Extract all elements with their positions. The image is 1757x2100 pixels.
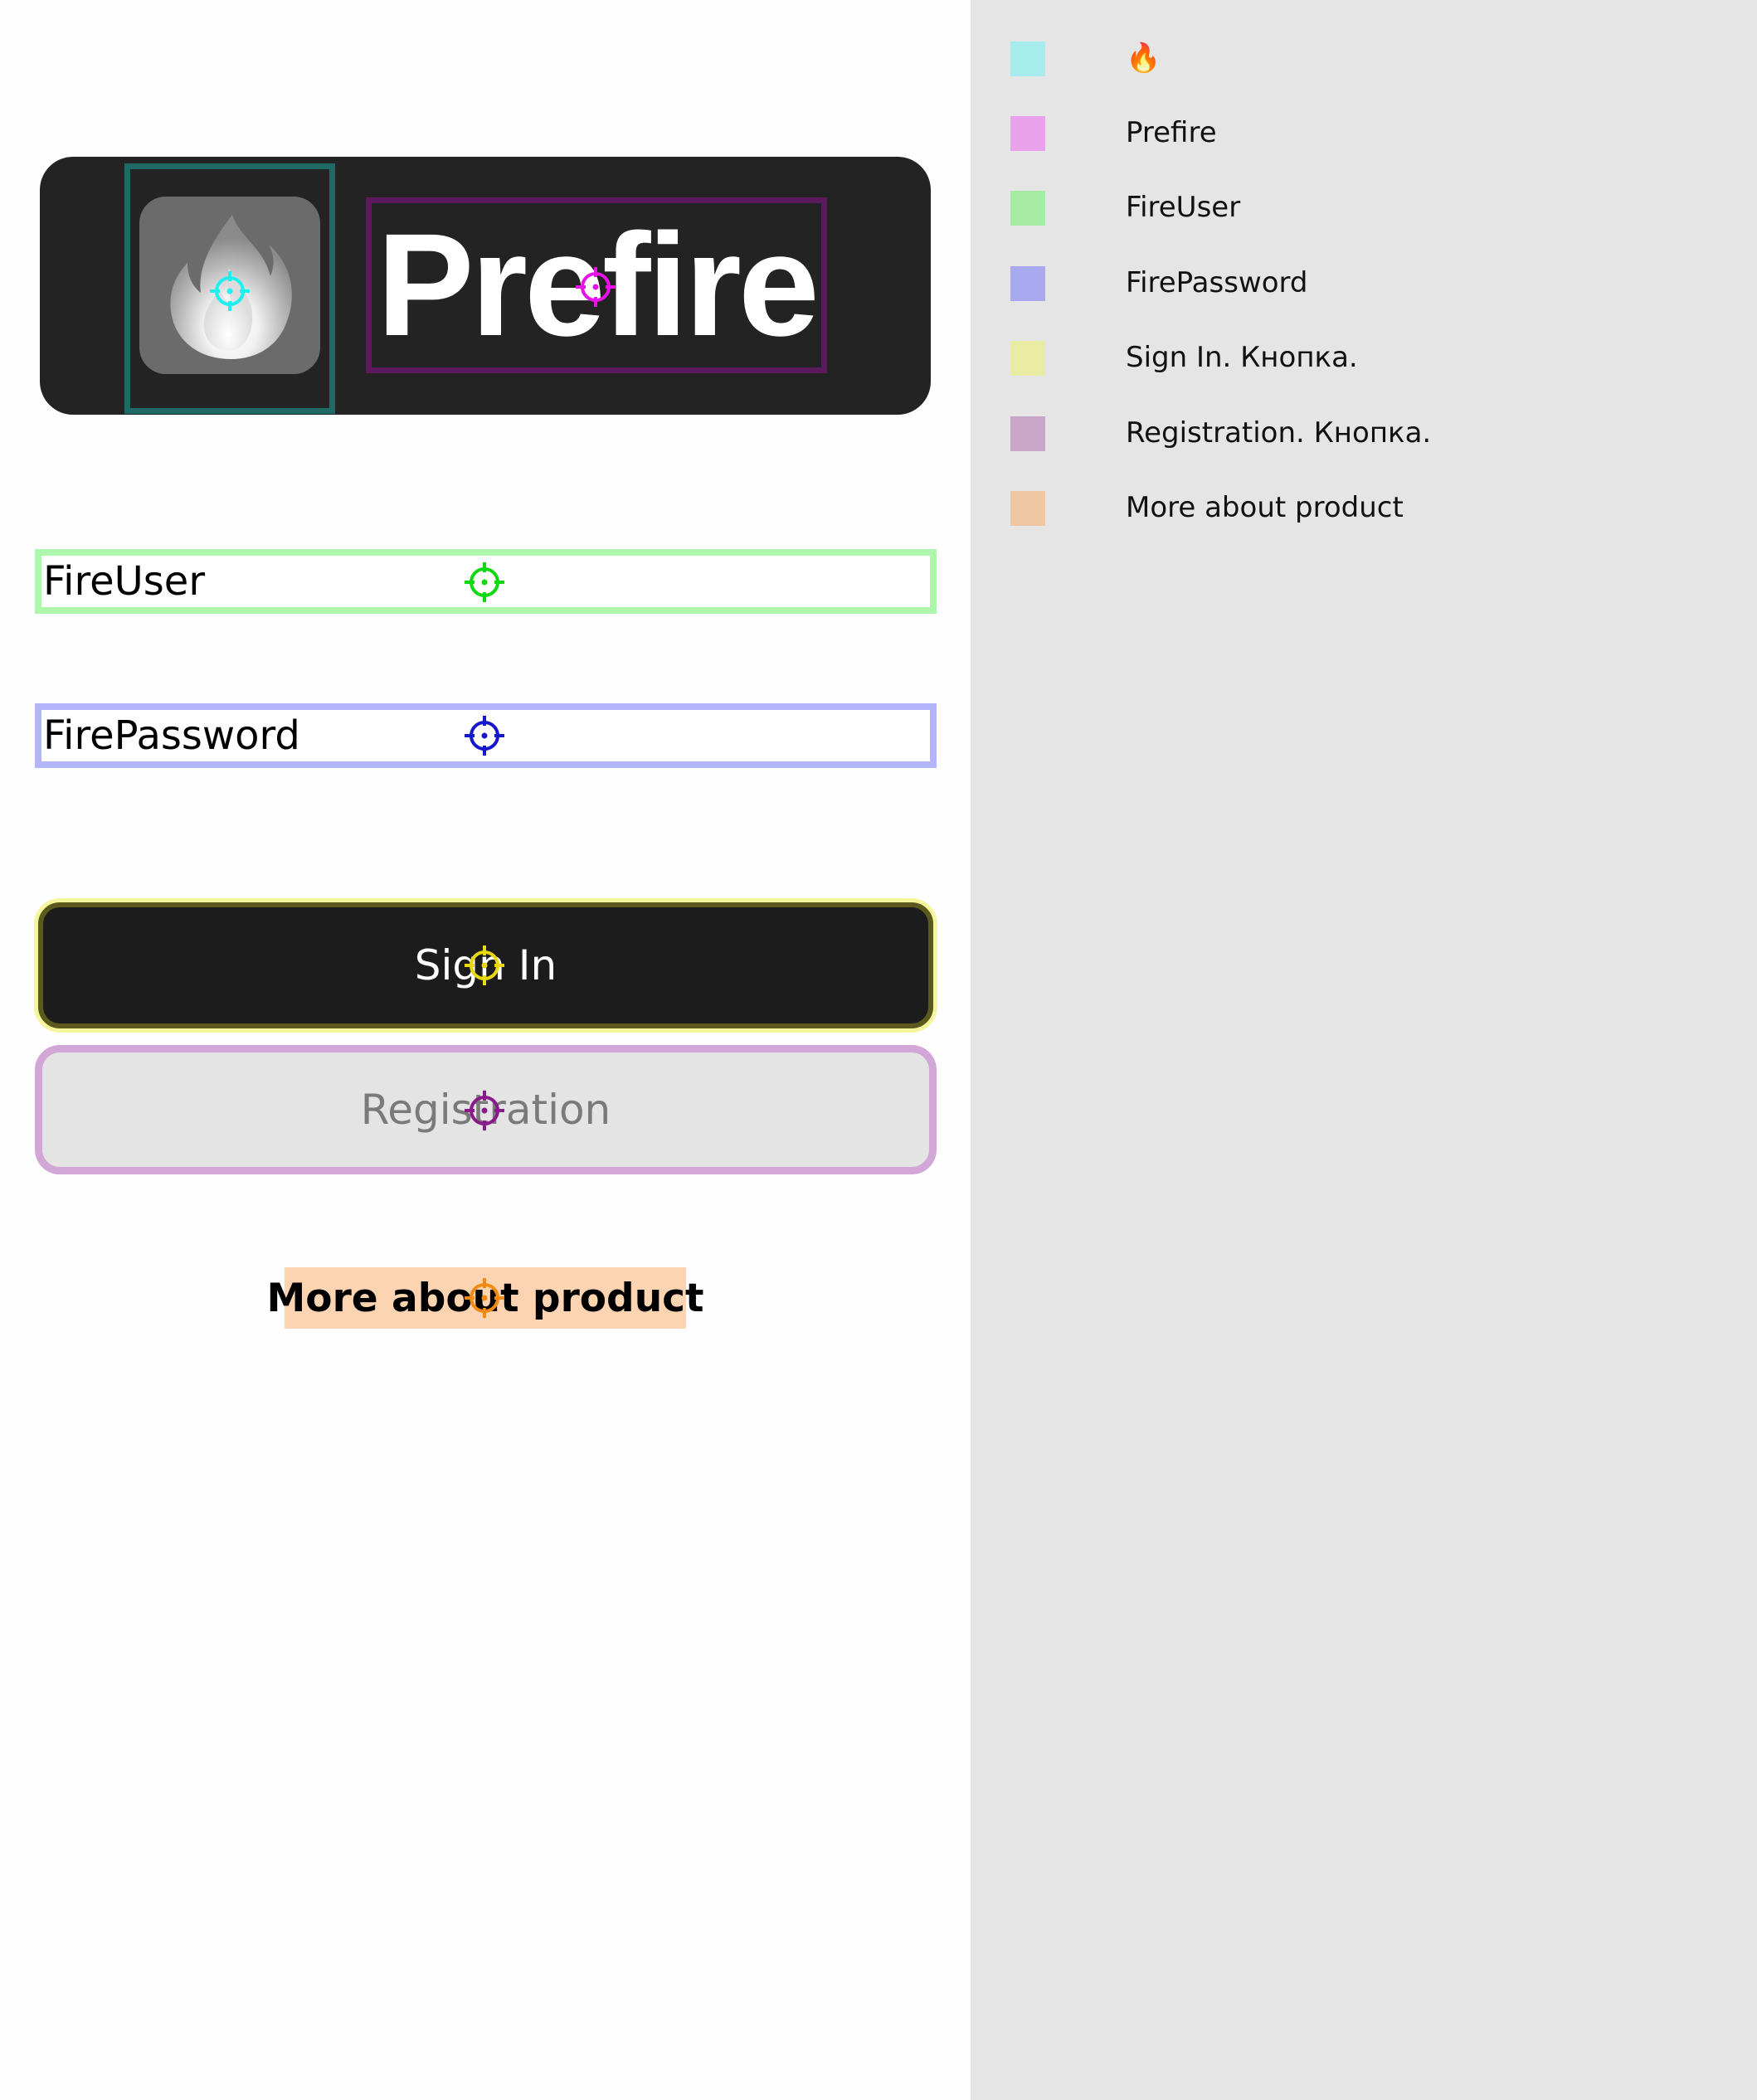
legend-label: More about product xyxy=(1126,491,1404,524)
registration-label: Registration xyxy=(360,1086,611,1134)
login-screen: Prefire Sign In Registration More about … xyxy=(0,0,971,2100)
more-about-product-link[interactable]: More about product xyxy=(267,1267,703,1329)
legend-item: More about product xyxy=(1010,483,1740,532)
legend-item: Sign In. Кнопка. xyxy=(1010,333,1740,382)
sign-in-button[interactable]: Sign In xyxy=(38,902,933,1028)
legend-item: 🔥 xyxy=(1010,33,1740,83)
legend-swatch xyxy=(1010,41,1045,76)
legend-swatch xyxy=(1010,191,1045,226)
legend-label: Sign In. Кнопка. xyxy=(1126,341,1358,374)
legend-label: 🔥 xyxy=(1126,41,1161,75)
password-input[interactable] xyxy=(41,710,930,761)
username-field[interactable] xyxy=(35,549,937,614)
legend-swatch xyxy=(1010,341,1045,376)
registration-button[interactable]: Registration xyxy=(35,1045,937,1174)
username-input[interactable] xyxy=(41,556,930,607)
legend-swatch xyxy=(1010,116,1045,151)
more-about-product-label: More about product xyxy=(266,1275,704,1321)
fire-icon xyxy=(139,197,320,374)
legend-item: Registration. Кнопка. xyxy=(1010,408,1740,458)
legend-label: Registration. Кнопка. xyxy=(1126,416,1432,450)
legend-swatch xyxy=(1010,416,1045,451)
legend-swatch xyxy=(1010,491,1045,526)
legend-item: Prefire xyxy=(1010,108,1740,158)
password-field[interactable] xyxy=(35,703,937,768)
legend-item: FirePassword xyxy=(1010,258,1740,308)
legend-label: FireUser xyxy=(1126,191,1241,224)
legend-swatch xyxy=(1010,266,1045,301)
sign-in-label: Sign In xyxy=(414,941,557,989)
legend-item: FireUser xyxy=(1010,182,1740,232)
legend-label: FirePassword xyxy=(1126,266,1308,299)
legend-label: Prefire xyxy=(1126,116,1217,149)
app-title: Prefire xyxy=(377,204,820,367)
legend-panel: 🔥 Prefire FireUser FirePassword Sign In.… xyxy=(971,0,1757,2100)
